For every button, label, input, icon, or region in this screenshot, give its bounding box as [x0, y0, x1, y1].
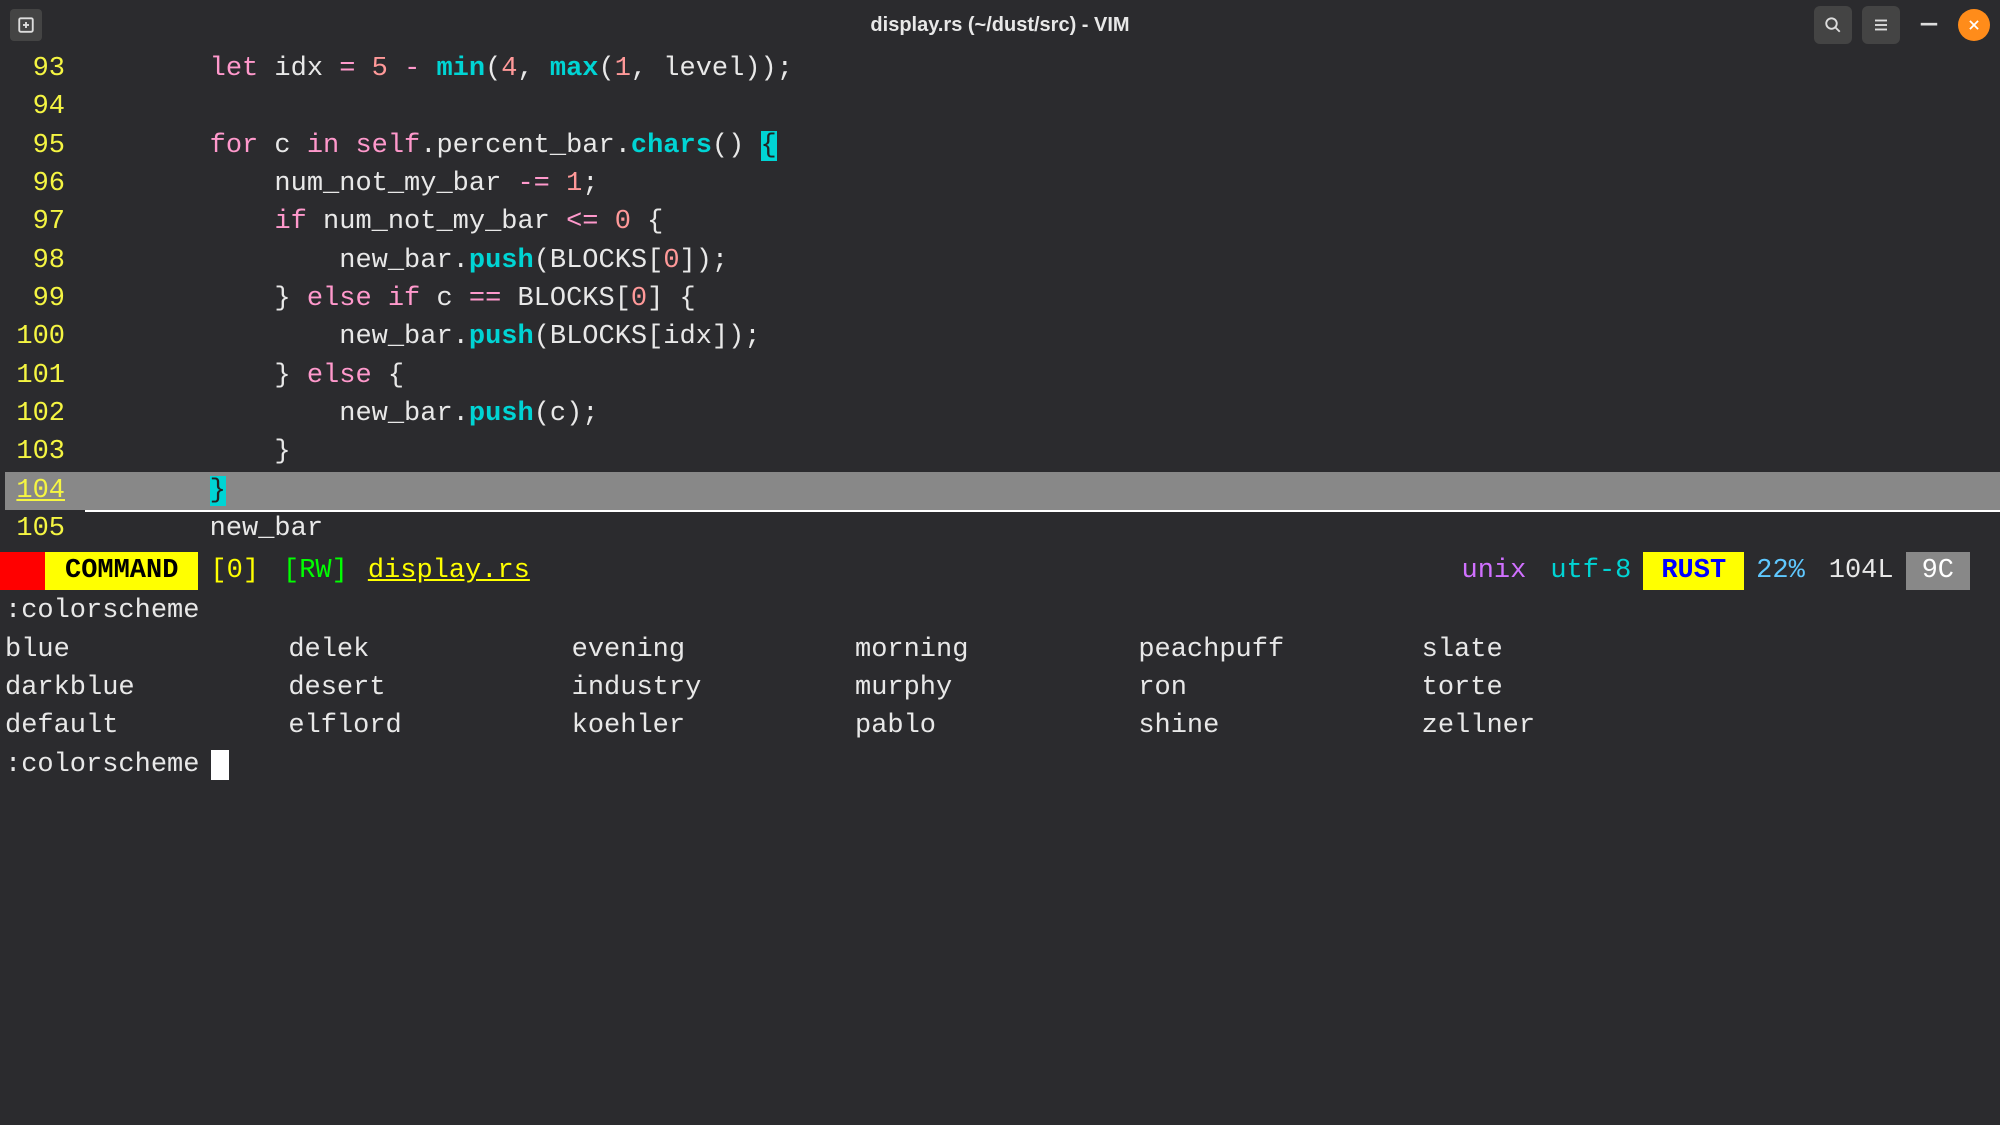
code-editor[interactable]: 93 let idx = 5 - min(4, max(1, level));9… — [0, 50, 2000, 548]
cursor-icon — [211, 750, 229, 780]
titlebar: display.rs (~/dust/src) - VIM — — [0, 0, 2000, 50]
status-percent: 22% — [1744, 552, 1817, 590]
completion-item[interactable]: default — [5, 707, 288, 745]
code-content: new_bar — [80, 510, 323, 548]
hamburger-menu-icon[interactable] — [1862, 6, 1900, 44]
line-number: 102 — [5, 395, 80, 433]
completion-list: bluedarkbluedefaultdelekdesertelflordeve… — [5, 631, 1705, 746]
code-content: } — [80, 472, 226, 510]
status-mode: COMMAND — [45, 552, 198, 590]
line-number: 103 — [5, 433, 80, 471]
status-line: COMMAND [0] [RW] display.rs unix utf-8 R… — [0, 552, 2000, 590]
completion-item[interactable]: torte — [1422, 669, 1705, 707]
code-content: } — [80, 433, 291, 471]
code-content: num_not_my_bar -= 1; — [80, 165, 599, 203]
code-content: new_bar.push(BLOCKS[0]); — [80, 242, 728, 280]
code-line[interactable]: 95 for c in self.percent_bar.chars() { — [5, 127, 2000, 165]
code-content: new_bar.push(c); — [80, 395, 599, 433]
line-number: 97 — [5, 203, 80, 241]
completion-item[interactable]: industry — [572, 669, 855, 707]
completion-item[interactable]: morning — [855, 631, 1138, 669]
completion-item[interactable]: murphy — [855, 669, 1138, 707]
completion-item[interactable]: desert — [288, 669, 571, 707]
completion-item[interactable]: blue — [5, 631, 288, 669]
status-readwrite: [RW] — [271, 552, 360, 590]
code-line[interactable]: 99 } else if c == BLOCKS[0] { — [5, 280, 2000, 318]
code-line[interactable]: 100 new_bar.push(BLOCKS[idx]); — [5, 318, 2000, 356]
command-text: :colorscheme — [5, 746, 199, 784]
code-line[interactable]: 96 num_not_my_bar -= 1; — [5, 165, 2000, 203]
line-number: 100 — [5, 318, 80, 356]
line-number: 101 — [5, 357, 80, 395]
status-column: 9C — [1906, 552, 1970, 590]
completion-item[interactable]: evening — [572, 631, 855, 669]
search-icon[interactable] — [1814, 6, 1852, 44]
code-content: let idx = 5 - min(4, max(1, level)); — [80, 50, 793, 88]
status-language: RUST — [1643, 552, 1744, 590]
line-number: 93 — [5, 50, 80, 88]
completion-item[interactable]: zellner — [1422, 707, 1705, 745]
status-encoding: utf-8 — [1538, 552, 1643, 590]
line-number: 94 — [5, 88, 80, 126]
code-line[interactable]: 93 let idx = 5 - min(4, max(1, level)); — [5, 50, 2000, 88]
minimize-button[interactable]: — — [1910, 6, 1948, 44]
close-button[interactable] — [1958, 9, 1990, 41]
status-filename: display.rs — [360, 552, 538, 590]
status-linecount: 104L — [1817, 552, 1906, 590]
code-content: } else { — [80, 357, 404, 395]
status-indicator — [0, 552, 45, 590]
completion-item[interactable]: koehler — [572, 707, 855, 745]
code-line[interactable]: 94 — [5, 88, 2000, 126]
completion-item[interactable]: slate — [1422, 631, 1705, 669]
line-number: 98 — [5, 242, 80, 280]
line-number: 99 — [5, 280, 80, 318]
window-title: display.rs (~/dust/src) - VIM — [870, 14, 1129, 37]
completion-item[interactable]: darkblue — [5, 669, 288, 707]
command-line-input[interactable]: :colorscheme — [5, 746, 1995, 784]
completion-item[interactable]: elflord — [288, 707, 571, 745]
command-label: :colorscheme — [5, 592, 1995, 630]
code-line[interactable]: 97 if num_not_my_bar <= 0 { — [5, 203, 2000, 241]
line-number: 96 — [5, 165, 80, 203]
code-line[interactable]: 102 new_bar.push(c); — [5, 395, 2000, 433]
code-line[interactable]: 98 new_bar.push(BLOCKS[0]); — [5, 242, 2000, 280]
line-number: 95 — [5, 127, 80, 165]
code-content: } else if c == BLOCKS[0] { — [80, 280, 696, 318]
completion-item[interactable]: ron — [1138, 669, 1421, 707]
completion-item[interactable]: peachpuff — [1138, 631, 1421, 669]
app-icon[interactable] — [10, 9, 42, 41]
code-content: if num_not_my_bar <= 0 { — [80, 203, 663, 241]
status-buffer-number: [0] — [198, 552, 271, 590]
code-line[interactable]: 104 } — [5, 472, 2000, 510]
completion-item[interactable]: shine — [1138, 707, 1421, 745]
code-content: for c in self.percent_bar.chars() { — [80, 127, 777, 165]
code-line[interactable]: 105 new_bar — [5, 510, 2000, 548]
code-line[interactable]: 103 } — [5, 433, 2000, 471]
code-content: new_bar.push(BLOCKS[idx]); — [80, 318, 761, 356]
status-fileformat: unix — [1450, 552, 1539, 590]
line-number: 105 — [5, 510, 80, 548]
completion-item[interactable]: delek — [288, 631, 571, 669]
completion-item[interactable]: pablo — [855, 707, 1138, 745]
command-area: :colorscheme bluedarkbluedefaultdelekdes… — [0, 590, 2000, 786]
code-line[interactable]: 101 } else { — [5, 357, 2000, 395]
line-number: 104 — [5, 472, 80, 510]
